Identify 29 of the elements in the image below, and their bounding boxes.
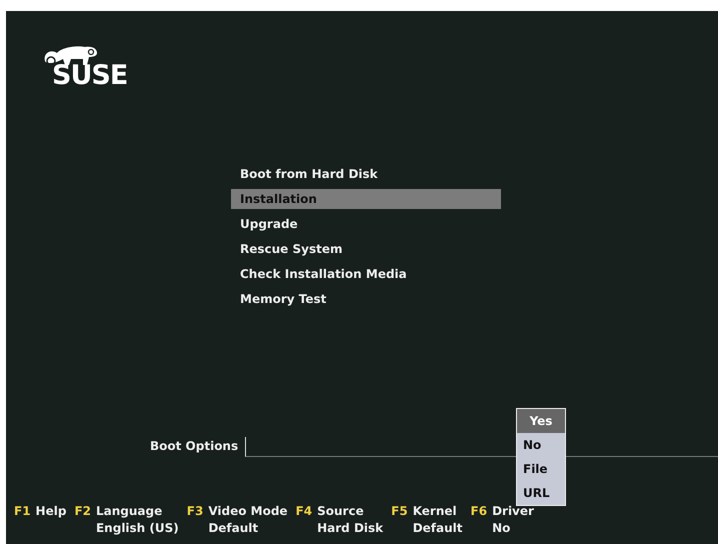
function-key-label: Help bbox=[36, 503, 66, 519]
dropdown-option[interactable]: URL bbox=[517, 481, 565, 505]
function-key[interactable]: F5 bbox=[391, 503, 408, 519]
function-key[interactable]: F6 bbox=[470, 503, 488, 519]
logo-text: SUSE bbox=[52, 65, 128, 87]
function-key-value: Hard Disk bbox=[317, 520, 384, 537]
function-key-label: Video Mode bbox=[208, 503, 288, 519]
function-key-label: Language bbox=[96, 503, 164, 519]
boot-menu-item[interactable]: Check Installation Media bbox=[231, 264, 501, 284]
function-key-value: Default bbox=[208, 520, 260, 537]
function-key[interactable]: F4 bbox=[296, 503, 312, 519]
function-key-label: Source bbox=[317, 503, 365, 519]
function-key[interactable]: F1 bbox=[14, 503, 31, 519]
boot-options-label: Boot Options bbox=[150, 438, 238, 455]
boot-menu-item[interactable]: Memory Test bbox=[231, 289, 501, 309]
boot-menu-item[interactable]: Boot from Hard Disk bbox=[231, 164, 501, 184]
dropdown-option[interactable]: Yes bbox=[517, 409, 565, 433]
function-key[interactable]: F2 bbox=[74, 503, 91, 519]
function-key-value: No bbox=[492, 520, 512, 537]
dropdown-option[interactable]: No bbox=[517, 433, 565, 457]
boot-menu-item[interactable]: Rescue System bbox=[231, 239, 501, 259]
function-key-label: Kernel bbox=[412, 503, 458, 519]
function-key-value: Default bbox=[412, 520, 463, 537]
boot-menu-item[interactable]: Upgrade bbox=[231, 214, 501, 234]
dropdown-option[interactable]: File bbox=[517, 457, 565, 481]
function-key-value: English (US) bbox=[96, 520, 179, 537]
boot-menu-item[interactable]: Installation bbox=[231, 189, 501, 209]
function-key[interactable]: F3 bbox=[186, 503, 204, 519]
function-key-label: Driver bbox=[492, 503, 534, 519]
